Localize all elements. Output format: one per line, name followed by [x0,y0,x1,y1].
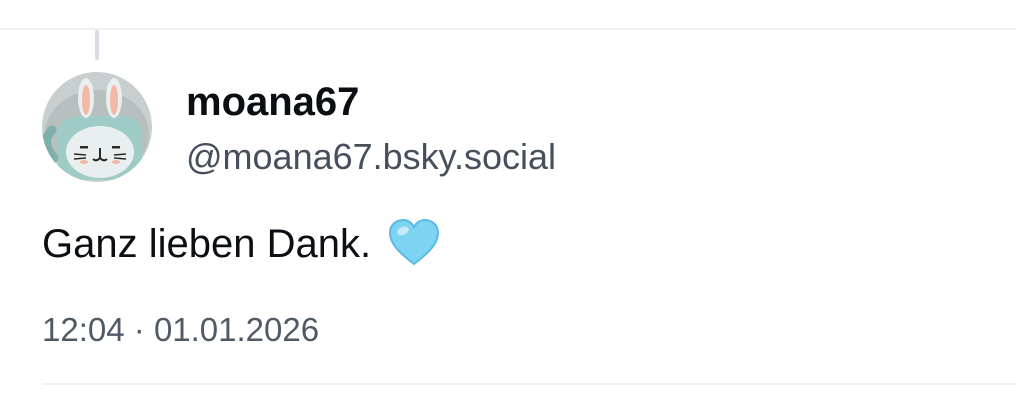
timestamp-separator: · [133,311,145,348]
bunny-mug-avatar-icon [42,72,152,182]
thread-connector-line [95,30,99,60]
author-info: moana67 @moana67.bsky.social [186,78,556,180]
post-time: 12:04 [42,311,125,348]
author-handle[interactable]: @moana67.bsky.social [186,134,556,180]
light-blue-heart-icon [388,218,440,280]
avatar[interactable] [42,72,152,182]
top-divider [0,28,1016,30]
author-display-name[interactable]: moana67 [186,78,556,126]
post-text-content: Ganz lieben Dank. [42,222,372,266]
post-timestamp[interactable]: 12:04 · 01.01.2026 [42,310,319,350]
post-text: Ganz lieben Dank. [42,218,440,280]
bottom-divider [42,383,1016,385]
post-date: 01.01.2026 [153,311,320,348]
post-view: moana67 @moana67.bsky.social Ganz lieben… [0,0,1016,411]
